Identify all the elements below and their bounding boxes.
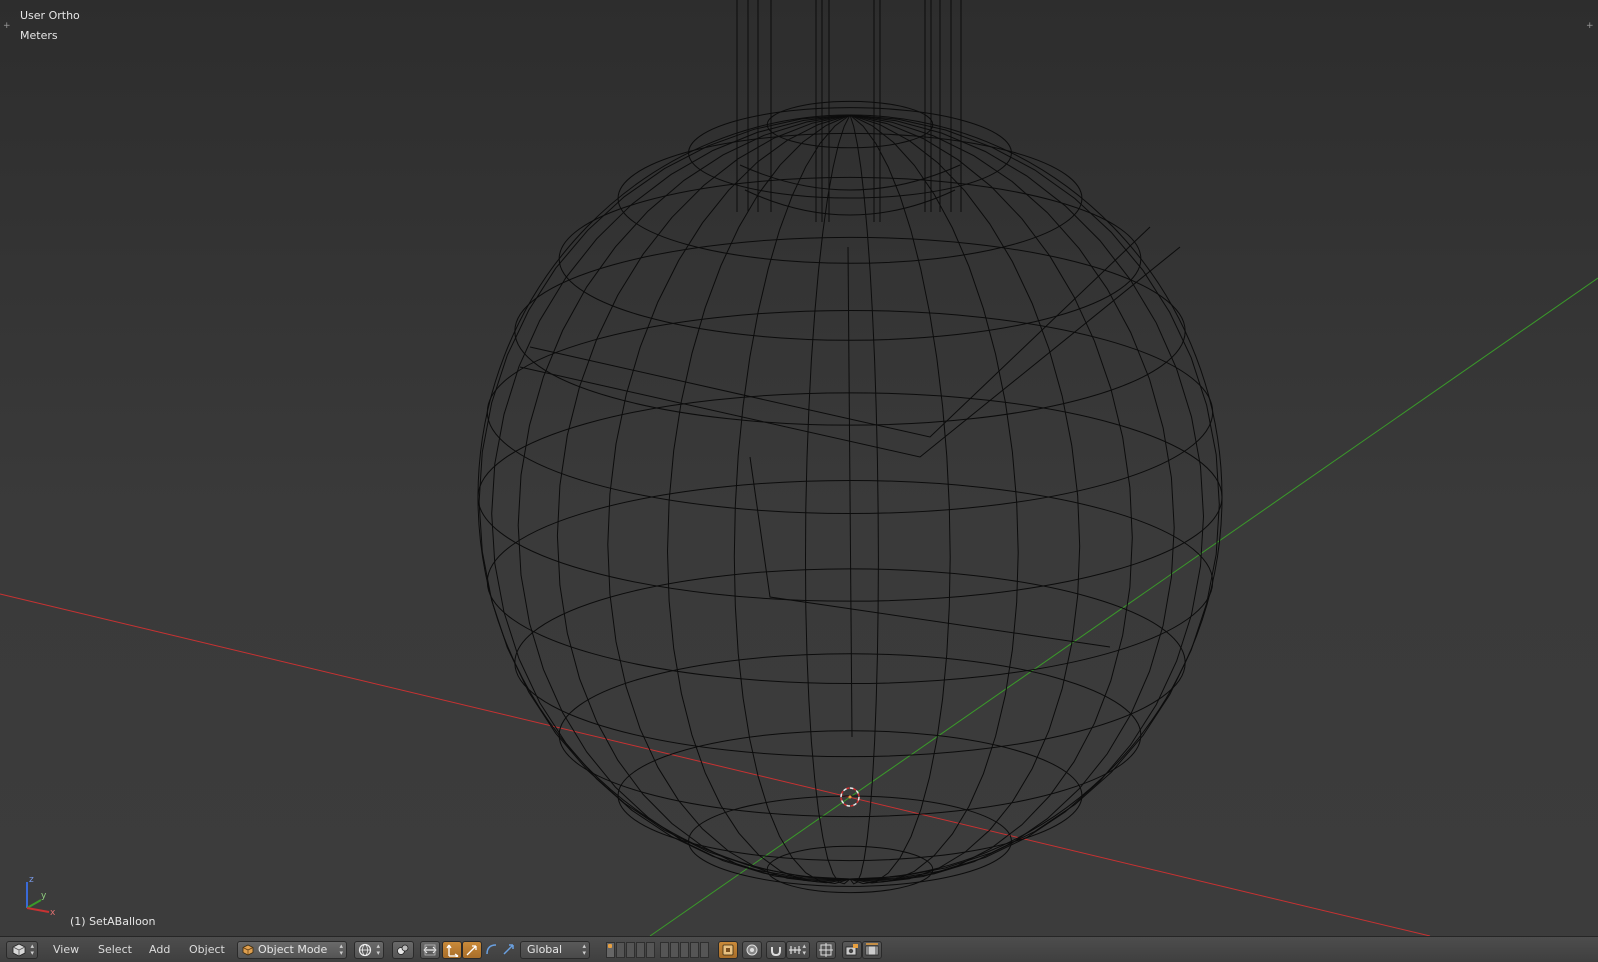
proportional-edit-icon — [746, 944, 758, 956]
layer-button[interactable] — [680, 942, 689, 958]
balloon-seam — [847, 246, 853, 738]
transform-orientation-select[interactable]: Global ▴ ▾ — [520, 941, 590, 959]
area-split-corner-left-icon[interactable]: + — [3, 21, 11, 31]
longitude-meridian — [478, 114, 851, 880]
rotate-arc-icon — [486, 944, 497, 955]
shading-arrows-icon: ▴ ▾ — [376, 942, 380, 957]
gizmo-x-label: x — [50, 908, 56, 918]
snap-toggle-button[interactable] — [766, 941, 786, 959]
proportional-edit-button[interactable] — [718, 941, 738, 959]
menu-object[interactable]: Object — [189, 937, 225, 962]
layer-button[interactable] — [700, 942, 709, 958]
longitude-meridian — [849, 114, 1019, 884]
snap-element-select[interactable]: ▴ ▾ — [786, 941, 810, 959]
opengl-render-button[interactable] — [842, 941, 862, 959]
opengl-anim-button[interactable] — [862, 941, 882, 959]
translate-icon — [446, 944, 459, 957]
latitude-ring — [514, 236, 1186, 426]
latitude-ring — [766, 100, 934, 149]
layer-button[interactable] — [606, 942, 615, 958]
snap-magnet-icon — [771, 947, 781, 957]
latitude-ring — [688, 795, 1012, 888]
proportional-falloff-button[interactable] — [742, 941, 762, 959]
mode-select[interactable]: Object Mode ▴ ▾ — [237, 941, 347, 959]
mode-arrows-icon: ▴ ▾ — [339, 942, 343, 957]
rotate-arc-button[interactable] — [482, 941, 500, 959]
rotate-manipulator-button[interactable] — [462, 941, 482, 959]
snap-element-arrows-icon: ▴ ▾ — [802, 942, 806, 957]
opengl-render-icon — [845, 944, 858, 956]
gizmo-y-label: y — [41, 891, 47, 901]
manipulator-toggle-button[interactable] — [420, 941, 440, 959]
lock-camera-icon — [722, 944, 734, 956]
pivot-point-icon — [397, 944, 409, 955]
longitude-meridian — [849, 114, 951, 885]
latitude-ring — [514, 568, 1186, 758]
rotate-icon — [466, 945, 477, 956]
translate-manipulator-button[interactable] — [442, 941, 462, 959]
facet-band — [749, 456, 1111, 648]
active-object-label: (1) SetABalloon — [70, 915, 156, 928]
layer-button[interactable] — [660, 942, 669, 958]
longitude-meridian — [804, 114, 851, 885]
menu-select[interactable]: Select — [98, 937, 132, 962]
layer-button[interactable] — [616, 942, 625, 958]
longitude-meridian — [733, 114, 851, 885]
balloon-neck-ring — [744, 189, 956, 216]
layer-button[interactable] — [646, 942, 655, 958]
y-axis-line — [649, 277, 1598, 936]
menu-add[interactable]: Add — [149, 937, 170, 962]
viewport-header: ▴ ▾ View Select Add Object Object Mode ▴ ▾… — [0, 936, 1598, 962]
units-label: Meters — [20, 29, 58, 42]
longitude-meridian — [849, 114, 1205, 880]
balloon-wireframe[interactable] — [477, 0, 1223, 894]
longitude-meridian — [517, 114, 851, 880]
menu-view[interactable]: View — [53, 937, 79, 962]
gizmo-z-label: z — [29, 875, 34, 885]
latitude-ring — [558, 653, 1142, 818]
layer-active-dot-icon — [608, 944, 612, 948]
orientation-label: Global — [527, 943, 563, 956]
longitude-meridian — [849, 114, 1220, 880]
longitude-meridian — [849, 114, 1081, 883]
snap-target-button[interactable] — [816, 941, 836, 959]
3d-viewport[interactable]: + + User Ortho Meters (1) SetABalloon y … — [0, 0, 1598, 936]
3d-view-icon — [12, 943, 26, 957]
axis-gizmo-icon: y x z — [26, 875, 56, 918]
editor-type-button[interactable]: ▴ ▾ — [6, 941, 38, 959]
scale-icon — [503, 944, 514, 955]
pivot-point-button[interactable] — [392, 941, 414, 959]
x-axis-line — [0, 593, 1431, 936]
area-split-corner-right-icon[interactable]: + — [1586, 21, 1594, 31]
snap-element-icon — [789, 946, 801, 954]
layer-button[interactable] — [626, 942, 635, 958]
longitude-meridian — [491, 114, 851, 880]
snap-target-icon — [819, 943, 833, 957]
opengl-anim-icon — [865, 943, 879, 956]
layer-button[interactable] — [690, 942, 699, 958]
3d-cursor-icon[interactable] — [840, 787, 860, 807]
scene-canvas[interactable] — [0, 0, 1598, 936]
latitude-ring — [558, 176, 1142, 341]
mode-label: Object Mode — [258, 943, 328, 956]
layer-button[interactable] — [670, 942, 679, 958]
editor-type-arrows-icon: ▴ ▾ — [30, 942, 34, 957]
cube-icon — [242, 944, 254, 956]
latitude-ring — [766, 845, 934, 894]
viewport-shading-button[interactable]: ▴ ▾ — [354, 941, 384, 959]
view-name: User Ortho — [20, 9, 80, 22]
longitude-meridian — [849, 114, 879, 885]
longitude-meridian — [849, 114, 1175, 881]
scale-manipulator-button[interactable] — [500, 941, 518, 959]
orientation-arrows-icon: ▴ ▾ — [582, 942, 586, 957]
manipulator-toggle-icon — [423, 944, 437, 956]
layer-button[interactable] — [636, 942, 645, 958]
sphere-shading-icon — [358, 943, 372, 957]
